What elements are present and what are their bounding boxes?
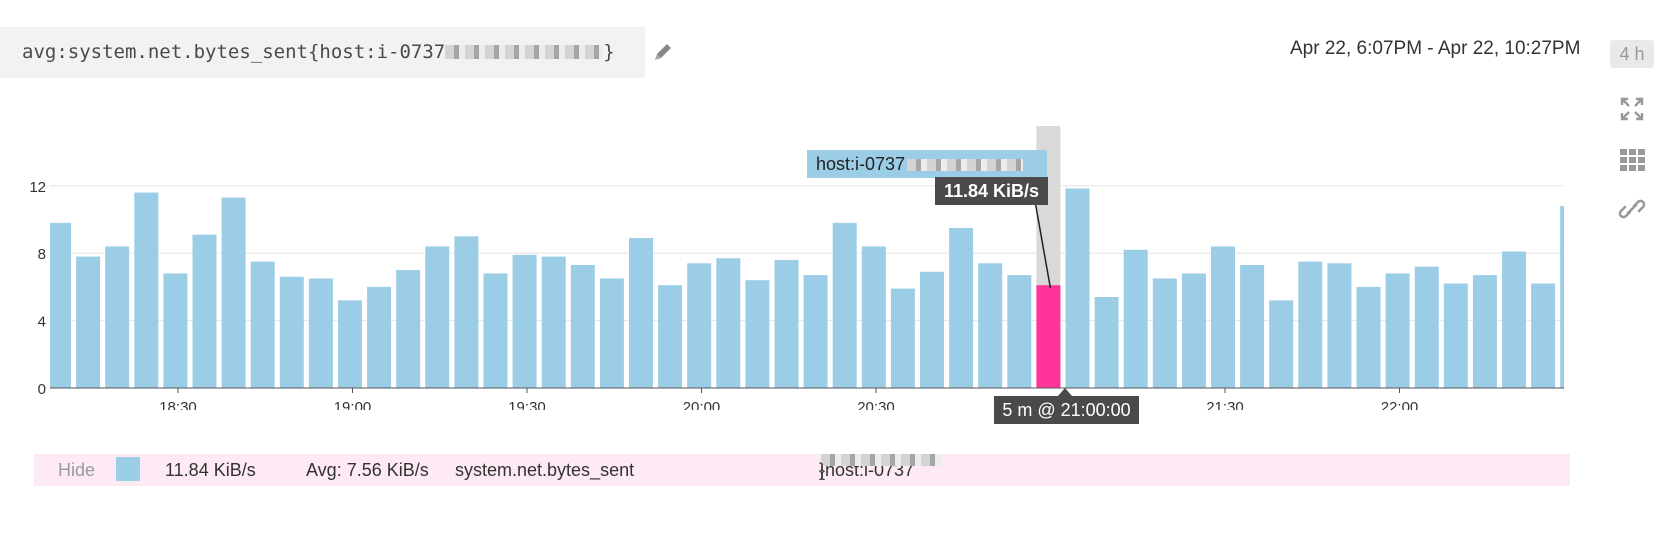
tooltip-host-label: host:i-0737 bbox=[807, 150, 1047, 178]
bar[interactable] bbox=[890, 288, 915, 388]
bar[interactable] bbox=[541, 256, 566, 388]
bar-highlighted[interactable] bbox=[1036, 285, 1061, 388]
x-tick-label: 21:30 bbox=[1206, 399, 1244, 410]
bar[interactable] bbox=[920, 271, 944, 388]
bar[interactable] bbox=[1327, 263, 1352, 388]
bar[interactable] bbox=[134, 192, 159, 388]
bar[interactable] bbox=[1269, 300, 1294, 388]
tooltip-value: 11.84 KiB/s bbox=[935, 177, 1048, 205]
bar[interactable] bbox=[978, 263, 1003, 388]
series-swatch bbox=[116, 457, 140, 481]
bar[interactable] bbox=[1298, 261, 1323, 388]
bar[interactable] bbox=[1211, 246, 1235, 388]
y-tick-label: 0 bbox=[38, 381, 46, 398]
bar[interactable] bbox=[1094, 297, 1119, 388]
bar[interactable] bbox=[803, 275, 828, 388]
bar[interactable] bbox=[1560, 206, 1564, 388]
bar[interactable] bbox=[1356, 286, 1381, 388]
x-tick-label: 19:00 bbox=[334, 399, 372, 410]
query-prefix: avg:system.net.bytes_sent{host:i-0737 bbox=[22, 41, 446, 63]
bar[interactable] bbox=[1007, 275, 1032, 388]
x-tick-label: 19:30 bbox=[508, 399, 546, 410]
time-range[interactable]: Apr 22, 6:07PM - Apr 22, 10:27PM bbox=[1290, 38, 1580, 60]
legend-metric: system.net.bytes_sent bbox=[455, 460, 635, 480]
y-tick-label: 8 bbox=[38, 246, 46, 263]
bar[interactable] bbox=[1181, 273, 1206, 388]
bar[interactable] bbox=[367, 286, 392, 388]
bar[interactable] bbox=[425, 246, 450, 388]
link-icon[interactable] bbox=[1618, 195, 1646, 223]
bar[interactable] bbox=[1443, 283, 1468, 388]
bar[interactable] bbox=[1385, 273, 1410, 388]
bar[interactable] bbox=[1123, 249, 1148, 388]
bar[interactable] bbox=[599, 278, 624, 388]
bar[interactable] bbox=[1152, 278, 1177, 388]
legend-value: 11.84 KiB/s bbox=[165, 460, 256, 480]
bar[interactable] bbox=[483, 273, 508, 388]
hide-button[interactable]: Hide bbox=[58, 454, 95, 486]
query-box[interactable]: avg:system.net.bytes_sent{host:i-0737} bbox=[0, 27, 645, 78]
bar[interactable] bbox=[687, 263, 712, 388]
bar[interactable] bbox=[1240, 264, 1265, 388]
pencil-icon[interactable] bbox=[650, 40, 676, 66]
bar[interactable] bbox=[250, 261, 275, 388]
bar[interactable] bbox=[570, 264, 595, 388]
redacted-host-id bbox=[445, 45, 604, 59]
y-tick-label: 4 bbox=[38, 314, 46, 331]
bar[interactable] bbox=[192, 234, 217, 388]
x-tick-label: 18:30 bbox=[159, 399, 197, 410]
redacted-host-id bbox=[821, 454, 941, 466]
query-suffix: } bbox=[603, 41, 615, 63]
bar[interactable] bbox=[658, 285, 683, 388]
bar[interactable] bbox=[396, 270, 421, 388]
bar[interactable] bbox=[861, 246, 886, 388]
bar[interactable] bbox=[629, 238, 653, 388]
bar[interactable] bbox=[163, 273, 188, 388]
bar[interactable] bbox=[105, 246, 130, 388]
bar[interactable] bbox=[76, 256, 101, 388]
bar[interactable] bbox=[1531, 283, 1556, 388]
bar[interactable] bbox=[1472, 275, 1497, 388]
bar[interactable] bbox=[221, 197, 246, 388]
bar[interactable] bbox=[832, 222, 857, 388]
bar[interactable] bbox=[279, 276, 304, 388]
bar[interactable] bbox=[949, 227, 974, 388]
x-tick-label: 22:00 bbox=[1381, 399, 1419, 410]
grid-icon[interactable] bbox=[1618, 145, 1646, 173]
bar[interactable] bbox=[308, 278, 333, 388]
bar[interactable] bbox=[454, 236, 479, 388]
bar[interactable] bbox=[50, 222, 71, 388]
span-badge[interactable]: 4 h bbox=[1610, 40, 1654, 68]
bar[interactable] bbox=[1502, 251, 1526, 388]
legend-row: Hide 11.84 KiB/s Avg: 7.56 KiB/s system.… bbox=[34, 454, 1570, 486]
y-tick-label: 12 bbox=[29, 179, 46, 196]
bar[interactable] bbox=[774, 259, 799, 388]
x-tick-label: 20:30 bbox=[857, 399, 895, 410]
bar[interactable] bbox=[716, 258, 741, 388]
bar[interactable] bbox=[1414, 266, 1439, 388]
bar[interactable] bbox=[745, 280, 770, 388]
bar[interactable] bbox=[512, 254, 537, 388]
bar-chart: 0 4 8 12 18:30 19:00 19:30 20:00 20:30 21:30 22:00 bbox=[29, 126, 1564, 410]
redacted-host-id bbox=[907, 159, 1024, 171]
x-tick-label: 20:00 bbox=[683, 399, 721, 410]
tooltip-time: 5 m @ 21:00:00 bbox=[994, 388, 1139, 424]
bar[interactable] bbox=[1065, 188, 1090, 388]
bar[interactable] bbox=[338, 300, 362, 388]
legend-avg: Avg: 7.56 KiB/s bbox=[306, 460, 429, 480]
expand-icon[interactable] bbox=[1618, 95, 1646, 123]
